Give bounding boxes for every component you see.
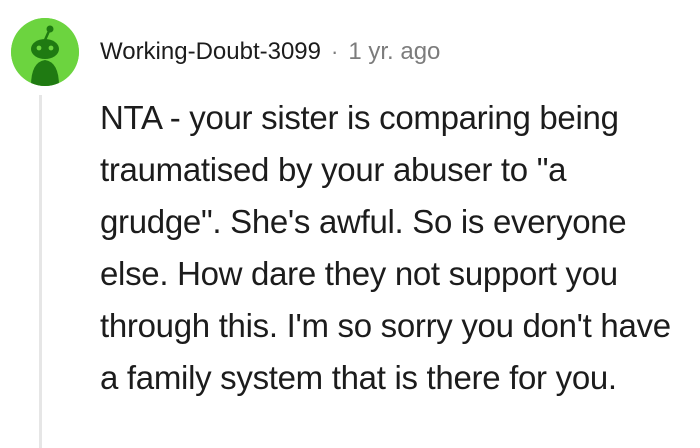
comment-body: NTA - your sister is comparing being tra… — [100, 99, 671, 396]
comment-meta: Working-Doubt-3099 · 1 yr. ago — [100, 34, 440, 70]
author-link[interactable]: Working-Doubt-3099 — [100, 34, 321, 70]
user-avatar[interactable] — [11, 18, 79, 86]
thread-collapse-line[interactable] — [39, 95, 42, 448]
meta-separator: · — [331, 39, 339, 64]
snoo-avatar-icon — [11, 18, 79, 86]
comment: Working-Doubt-3099 · 1 yr. ago NTA - you… — [0, 0, 700, 448]
comment-timestamp[interactable]: 1 yr. ago — [348, 34, 440, 70]
